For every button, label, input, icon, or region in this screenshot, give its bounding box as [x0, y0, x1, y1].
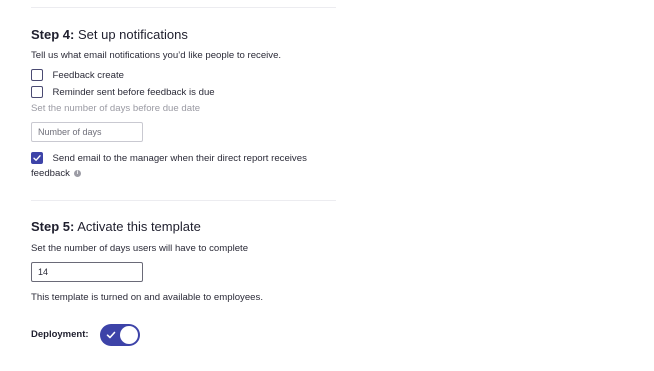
toggle-check-icon — [106, 331, 116, 339]
feedback-create-checkbox[interactable] — [31, 69, 43, 81]
step5-label: Step 5: — [31, 219, 75, 234]
info-icon[interactable]: i — [73, 169, 81, 177]
deployment-toggle[interactable] — [100, 324, 140, 346]
manager-email-option[interactable]: Send email to the manager when their dir… — [31, 152, 307, 164]
feedback-create-option[interactable]: Feedback create — [31, 69, 124, 81]
manager-email-label-line2: feedback — [31, 168, 70, 179]
checkmark-icon — [33, 155, 41, 162]
step5-heading: Activate this template — [77, 219, 201, 234]
manager-email-checkbox[interactable] — [31, 152, 43, 164]
step4-label: Step 4: — [31, 27, 75, 42]
step4-description: Tell us what email notifications you’d l… — [31, 50, 282, 61]
days-before-due-hint: Set the number of days before due date — [31, 103, 201, 114]
template-status-text: This template is turned on and available… — [31, 292, 263, 303]
completion-days-input[interactable] — [31, 262, 143, 282]
days-before-due-input[interactable] — [31, 122, 143, 142]
manager-email-label-continued: feedback i — [31, 168, 81, 179]
manager-email-label: Send email to the manager when their dir… — [52, 152, 307, 164]
step5-title: Step 5: Activate this template — [31, 219, 201, 234]
section-divider-top — [31, 7, 336, 8]
section-divider-middle — [31, 200, 336, 201]
step5-description: Set the number of days users will have t… — [31, 243, 249, 254]
reminder-option[interactable]: Reminder sent before feedback is due — [31, 86, 215, 98]
feedback-create-label: Feedback create — [52, 69, 124, 81]
reminder-checkbox[interactable] — [31, 86, 43, 98]
reminder-label: Reminder sent before feedback is due — [52, 86, 215, 98]
toggle-knob — [120, 326, 138, 344]
step4-title: Step 4: Set up notifications — [31, 27, 188, 42]
step4-heading: Set up notifications — [77, 27, 188, 42]
deployment-label: Deployment: — [31, 329, 89, 340]
